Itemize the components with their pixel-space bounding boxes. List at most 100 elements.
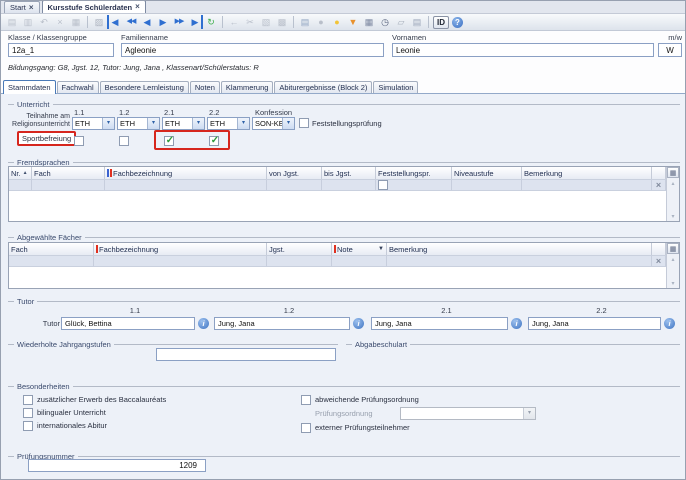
column-chooser-icon[interactable]: ▦ bbox=[667, 243, 679, 254]
edit-datasheet-icon[interactable]: ▦ bbox=[68, 15, 84, 29]
refresh-icon[interactable]: ↻ bbox=[203, 15, 219, 29]
info-icon[interactable]: i bbox=[664, 318, 675, 329]
filter-cell-fachbezeichnung[interactable] bbox=[105, 179, 267, 191]
column-header-bis-jgst[interactable]: bis Jgst. bbox=[322, 167, 376, 179]
sportbefreiung-checkbox-2.1[interactable]: ✓ bbox=[164, 136, 174, 146]
vornamen-input[interactable] bbox=[392, 43, 654, 57]
save-icon[interactable]: ▥ bbox=[20, 15, 36, 29]
info-icon[interactable]: i bbox=[353, 318, 364, 329]
column-header-fach[interactable]: Fach bbox=[32, 167, 105, 179]
nav-last-icon[interactable]: ▶ bbox=[187, 15, 203, 29]
paste-icon[interactable]: ▩ bbox=[274, 15, 290, 29]
nav-fast-forward-icon[interactable]: ▶▶ bbox=[171, 15, 187, 29]
cut-icon[interactable]: ✂ bbox=[242, 15, 258, 29]
filter-cell-jgst[interactable] bbox=[267, 255, 332, 267]
tab-besondere-lernleistung[interactable]: Besondere Lernleistung bbox=[100, 81, 189, 93]
scroll-down-icon[interactable]: ▾ bbox=[671, 213, 674, 220]
clear-filter-icon[interactable]: × bbox=[656, 180, 661, 190]
chevron-down-icon[interactable]: ▾ bbox=[282, 118, 294, 129]
table-scrollbar[interactable]: ▦ ▴ ▾ bbox=[666, 243, 679, 288]
column-header-feststellungspr[interactable]: Feststellungspr. bbox=[376, 167, 452, 179]
print-icon[interactable]: ▤ bbox=[297, 15, 313, 29]
undo-icon[interactable]: ↶ bbox=[36, 15, 52, 29]
konfession-select[interactable]: SON-KEI▾ bbox=[252, 117, 295, 130]
column-header-von-jgst[interactable]: von Jgst. bbox=[267, 167, 322, 179]
print-report-icon[interactable]: ▤ bbox=[409, 15, 425, 29]
feststellungspruefung-checkbox[interactable] bbox=[299, 118, 309, 128]
filter-cell-note[interactable] bbox=[332, 255, 387, 267]
tab-fachwahl[interactable]: Fachwahl bbox=[57, 81, 99, 93]
column-header-nr[interactable]: Nr.▲ bbox=[9, 167, 32, 179]
tab-noten[interactable]: Noten bbox=[190, 81, 220, 93]
info-icon[interactable]: i bbox=[198, 318, 209, 329]
checkbox-row-internationales-abitur[interactable]: internationales Abitur bbox=[23, 420, 166, 431]
window-tab-kursstufe-schülerdaten[interactable]: Kursstufe Schülerdaten× bbox=[42, 0, 146, 13]
tab-abiturergebnisse-block-2[interactable]: Abiturergebnisse (Block 2) bbox=[274, 81, 372, 93]
sportbefreiung-checkbox-2.2[interactable]: ✓ bbox=[209, 136, 219, 146]
filter-cell-bemerkung[interactable] bbox=[522, 179, 652, 191]
tutor-input-1.2[interactable] bbox=[214, 317, 350, 330]
id-badge-icon[interactable]: ID bbox=[433, 16, 449, 29]
scroll-down-icon[interactable]: ▾ bbox=[671, 280, 674, 287]
religion-select-2.2[interactable]: ETH▾ bbox=[207, 117, 250, 130]
filter-cell-fach[interactable] bbox=[32, 179, 105, 191]
religion-select-1.1[interactable]: ETH▾ bbox=[72, 117, 115, 130]
pruefungsnummer-input[interactable] bbox=[28, 459, 206, 472]
filter-cell-feststellungspr[interactable] bbox=[376, 179, 452, 191]
sportbefreiung-checkbox-1.1[interactable] bbox=[74, 136, 84, 146]
filter-cell-niveaustufe[interactable] bbox=[452, 179, 522, 191]
close-icon[interactable]: × bbox=[135, 3, 140, 11]
tab-klammerung[interactable]: Klammerung bbox=[221, 81, 274, 93]
delete-record-icon[interactable]: × bbox=[52, 15, 68, 29]
tab-stammdaten[interactable]: Stammdaten bbox=[3, 80, 56, 94]
nav-back-icon[interactable]: ◀ bbox=[139, 15, 155, 29]
column-header-fach[interactable]: Fach bbox=[9, 243, 94, 255]
filter-cell-fach[interactable] bbox=[9, 255, 94, 267]
filter-cell-bis-jgst[interactable] bbox=[322, 179, 376, 191]
tab-simulation[interactable]: Simulation bbox=[373, 81, 418, 93]
scroll-up-icon[interactable]: ▴ bbox=[671, 256, 674, 263]
filter-cell-bemerkung[interactable] bbox=[387, 255, 652, 267]
tutor-input-2.1[interactable] bbox=[371, 317, 508, 330]
column-header-fachbezeichnung[interactable]: Fachbezeichnung bbox=[105, 167, 267, 179]
column-chooser-icon[interactable]: ▦ bbox=[667, 167, 679, 178]
table-view-icon[interactable]: ▦ bbox=[361, 15, 377, 29]
nav-fast-back-icon[interactable]: ◀◀ bbox=[123, 15, 139, 29]
scroll-up-icon[interactable]: ▴ bbox=[671, 180, 674, 187]
help-icon[interactable]: ? bbox=[452, 17, 463, 28]
filter-cell-nr[interactable] bbox=[9, 179, 32, 191]
nav-forward-icon[interactable]: ▶ bbox=[155, 15, 171, 29]
religion-select-1.2[interactable]: ETH▾ bbox=[117, 117, 160, 130]
clear-filter-icon[interactable]: × bbox=[656, 256, 661, 266]
column-header-fachbezeichnung[interactable]: Fachbezeichnung bbox=[94, 243, 267, 255]
externer-pruefungsteilnehmer-checkbox[interactable] bbox=[301, 423, 311, 433]
chevron-down-icon[interactable]: ▾ bbox=[102, 118, 114, 129]
tip-icon[interactable]: ● bbox=[329, 15, 345, 29]
chevron-down-icon[interactable]: ▾ bbox=[147, 118, 159, 129]
window-tab-start[interactable]: Start× bbox=[4, 1, 40, 13]
new-record-icon[interactable]: ▤ bbox=[4, 15, 20, 29]
column-header-niveaustufe[interactable]: Niveaustufe bbox=[452, 167, 522, 179]
tutor-input-1.1[interactable] bbox=[61, 317, 195, 330]
filter-cell-von-jgst[interactable] bbox=[267, 179, 322, 191]
familienname-input[interactable] bbox=[121, 43, 384, 57]
copy-icon[interactable]: ▧ bbox=[258, 15, 274, 29]
print-preview-icon[interactable]: ● bbox=[313, 15, 329, 29]
filter-dropdown-icon[interactable]: ▼ bbox=[378, 246, 384, 252]
internationales-abitur-checkbox[interactable] bbox=[23, 421, 33, 431]
nav-first-icon[interactable]: ◀ bbox=[107, 15, 123, 29]
checkbox-row-bilingualer-unterricht[interactable]: bilingualer Unterricht bbox=[23, 407, 166, 418]
go-back-icon[interactable]: ← bbox=[226, 15, 242, 29]
filter-checkbox-feststellungspr[interactable] bbox=[378, 180, 388, 190]
column-header-bemerkung[interactable]: Bemerkung bbox=[387, 243, 652, 255]
chevron-down-icon[interactable]: ▾ bbox=[523, 408, 535, 419]
column-header-note[interactable]: Note▼ bbox=[332, 243, 387, 255]
religion-select-2.1[interactable]: ETH▾ bbox=[162, 117, 205, 130]
column-header-bemerkung[interactable]: Bemerkung bbox=[522, 167, 652, 179]
folder-icon[interactable]: ▨ bbox=[91, 15, 107, 29]
chevron-down-icon[interactable]: ▾ bbox=[192, 118, 204, 129]
zusätzlicher-erwerb-des-baccalaur-ats-checkbox[interactable] bbox=[23, 395, 33, 405]
table-scrollbar[interactable]: ▦ ▴ ▾ bbox=[666, 167, 679, 221]
close-icon[interactable]: × bbox=[29, 4, 34, 12]
wiederholte-jahrgangstufen-input[interactable] bbox=[156, 348, 336, 361]
